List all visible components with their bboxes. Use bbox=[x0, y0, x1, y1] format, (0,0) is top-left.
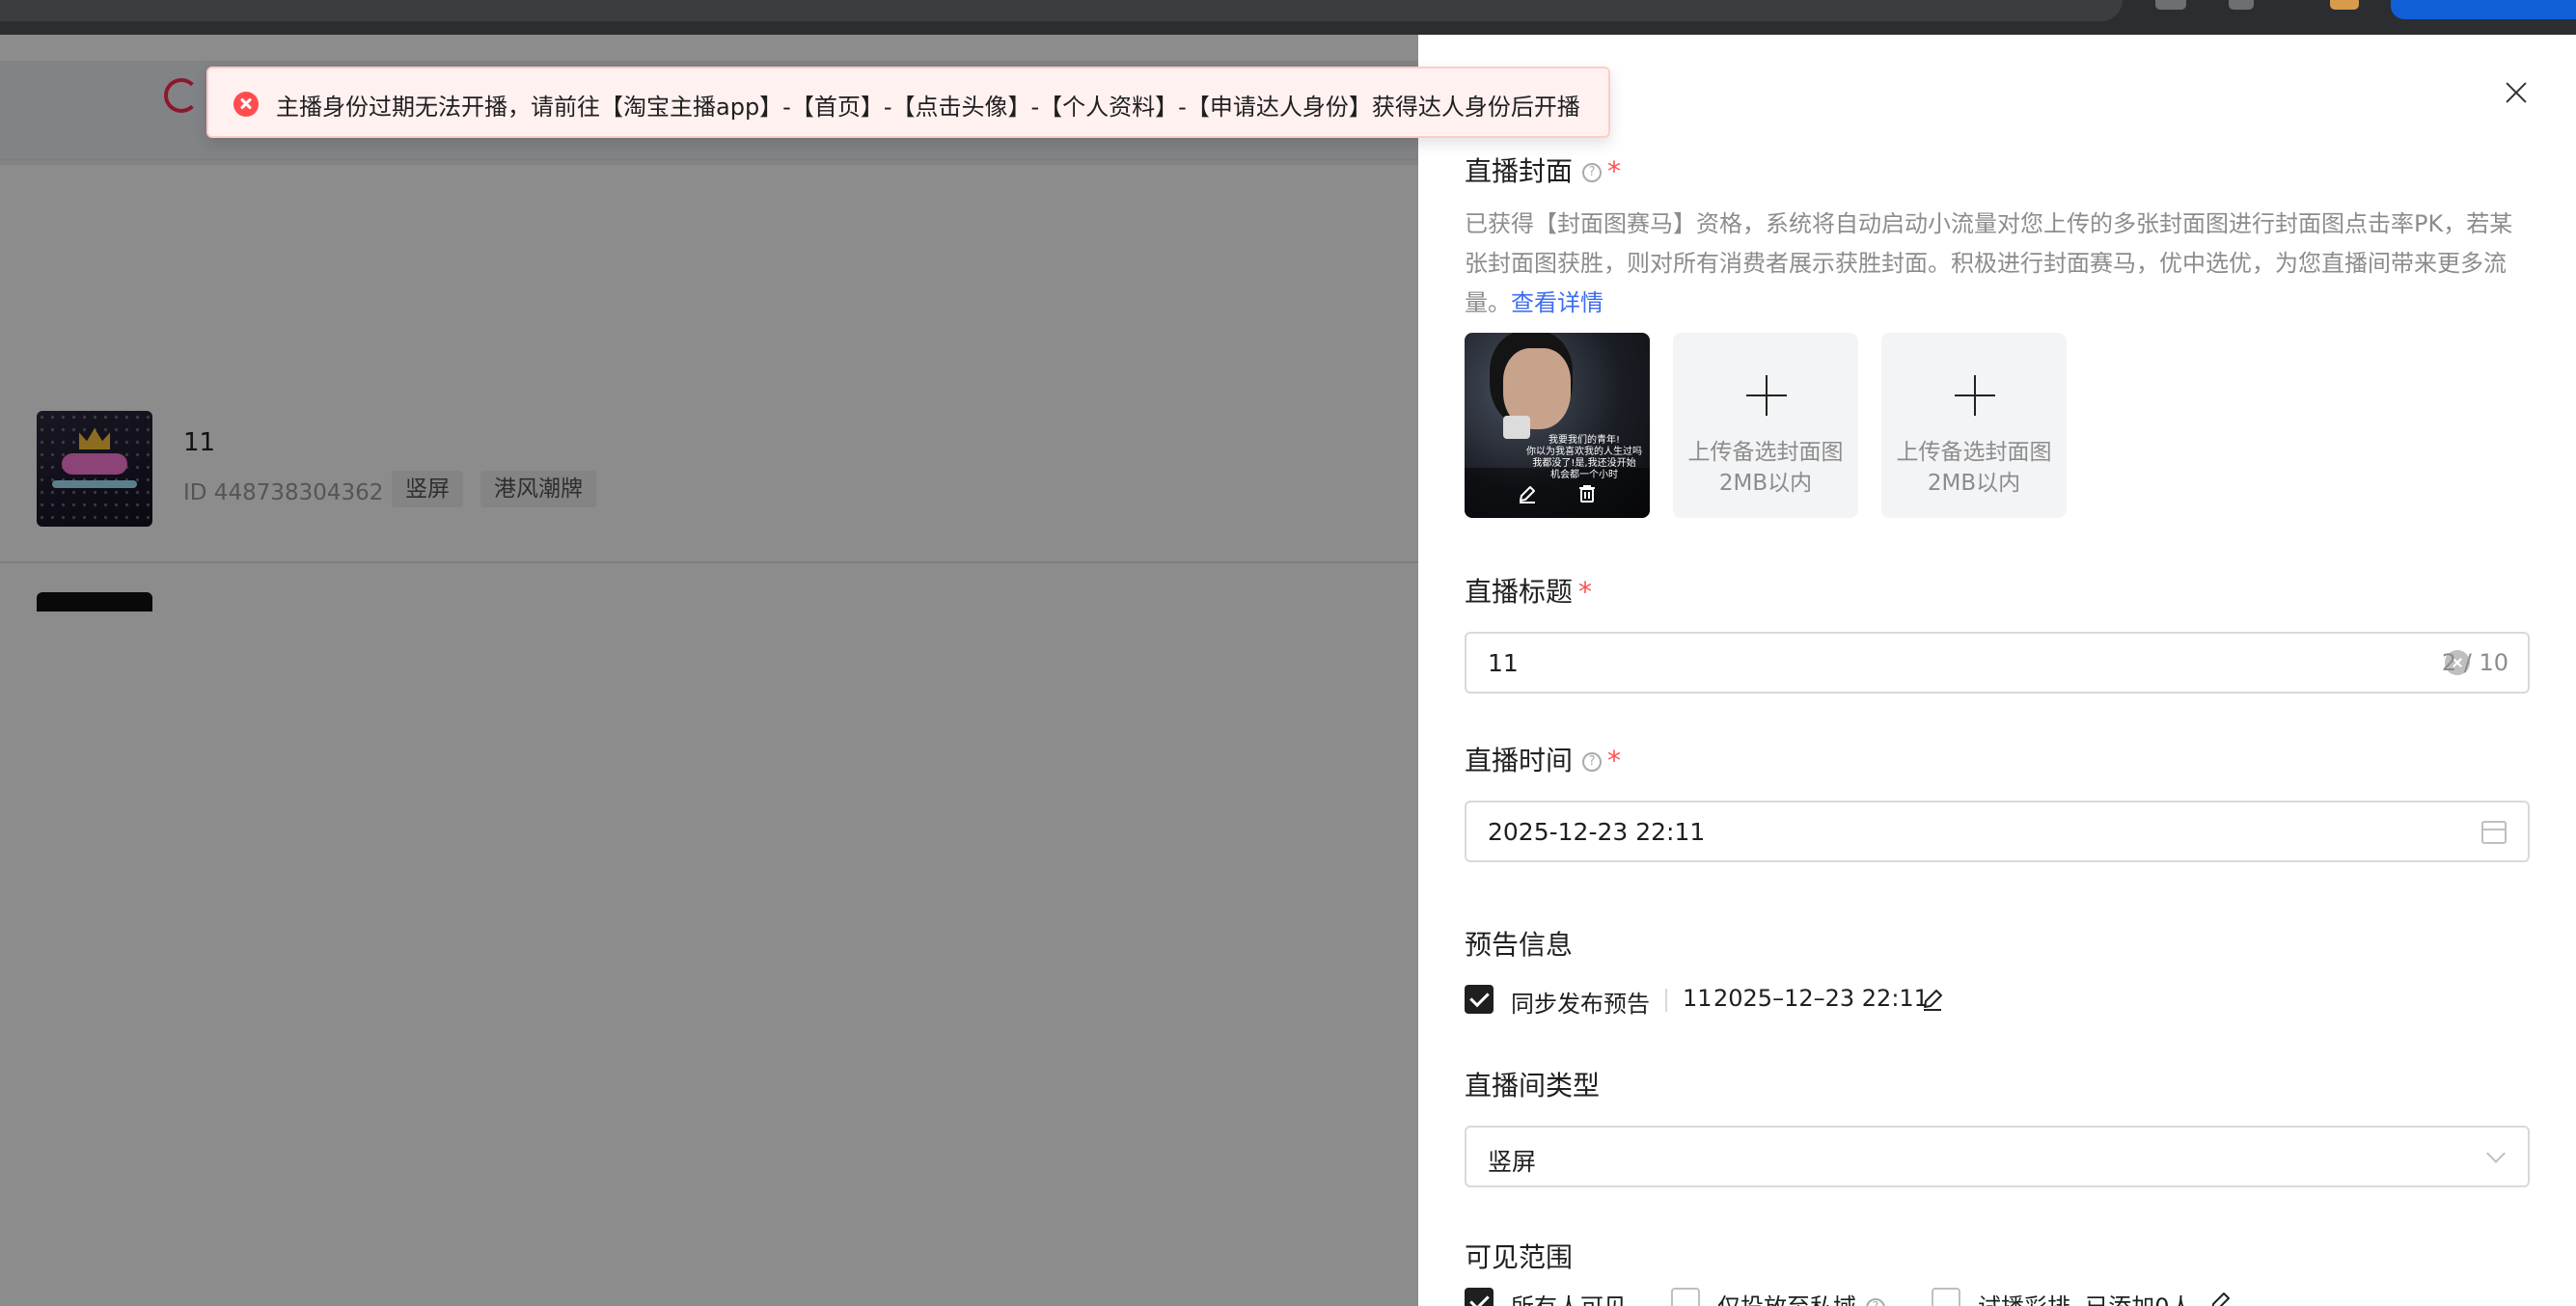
plus-icon bbox=[1955, 375, 1995, 416]
rehearsal-checkbox[interactable] bbox=[1932, 1288, 1960, 1306]
extension-icon[interactable] bbox=[2229, 0, 2254, 10]
room-type-label: 直播间类型 bbox=[1465, 1070, 1601, 1102]
visibility-all-label[interactable]: 所有人可见 bbox=[1511, 1288, 1627, 1306]
help-icon[interactable]: ? bbox=[1866, 1298, 1885, 1306]
help-icon[interactable]: ? bbox=[1582, 163, 1603, 182]
error-toast: 主播身份过期无法开播，请前往【淘宝主播app】-【首页】-【点击头像】-【个人资… bbox=[206, 67, 1610, 138]
time-label: 直播时间? * bbox=[1465, 745, 1622, 776]
extension-icon[interactable] bbox=[2155, 0, 2186, 10]
calendar-icon bbox=[2481, 821, 2507, 844]
browser-chrome bbox=[0, 0, 2576, 35]
plus-icon bbox=[1746, 375, 1787, 416]
error-icon bbox=[233, 92, 259, 117]
edit-icon[interactable] bbox=[1517, 483, 1538, 504]
upload-cover-button[interactable]: 上传备选封面图 2MB以内 bbox=[1881, 333, 2067, 518]
chevron-down-icon bbox=[2486, 1144, 2506, 1163]
edit-preview-icon[interactable] bbox=[1920, 987, 1945, 1012]
create-live-drawer: 直播封面? * 已获得【封面图赛马】资格，系统将自动启动小流量对您上传的多张封面图… bbox=[1418, 35, 2576, 1306]
edit-rehearsal-icon[interactable] bbox=[2207, 1290, 2233, 1306]
cover-description: 已获得【封面图赛马】资格，系统将自动启动小流量对您上传的多张封面图进行封面图点击… bbox=[1465, 210, 2513, 316]
room-type-select[interactable]: 竖屏 bbox=[1465, 1126, 2530, 1187]
cover-caption: 你以为我喜欢我的人生过吗 bbox=[1526, 447, 1642, 457]
view-details-link[interactable]: 查看详情 bbox=[1511, 289, 1603, 316]
cover-caption: 机会都一个小时 bbox=[1550, 470, 1618, 480]
sync-preview-label[interactable]: 同步发布预告 bbox=[1511, 985, 1650, 1019]
toast-message: 主播身份过期无法开播，请前往【淘宝主播app】-【首页】-【点击头像】-【个人资… bbox=[276, 94, 1580, 121]
cover-label: 直播封面? * bbox=[1465, 155, 1622, 187]
address-bar[interactable] bbox=[0, 0, 2123, 21]
char-count: 2 / 10 bbox=[2441, 649, 2508, 676]
help-icon[interactable]: ? bbox=[1582, 752, 1603, 772]
time-picker[interactable]: 2025-12-23 22:11 bbox=[1465, 801, 2530, 862]
preview-label: 预告信息 bbox=[1465, 929, 1574, 961]
title-label: 直播标题 * bbox=[1465, 576, 1593, 608]
visibility-private-label[interactable]: 仅投放至私域? bbox=[1717, 1288, 1885, 1306]
delete-icon[interactable] bbox=[1576, 483, 1598, 504]
preview-title: 11 bbox=[1683, 985, 1713, 1012]
profile-avatar-icon[interactable] bbox=[2330, 0, 2359, 10]
visibility-label: 可见范围 bbox=[1465, 1241, 1574, 1273]
modal-mask[interactable] bbox=[0, 35, 1418, 1306]
sync-preview-checkbox[interactable] bbox=[1465, 985, 1494, 1014]
cover-caption: 我要我们的青年! bbox=[1548, 435, 1620, 446]
rehearsal-label[interactable]: 试播彩排, 已添加0人 bbox=[1978, 1288, 2193, 1306]
divider bbox=[1665, 989, 1667, 1012]
upload-cover-button[interactable]: 上传备选封面图 2MB以内 bbox=[1673, 333, 1858, 518]
cover-image[interactable]: 我要我们的青年! 你以为我喜欢我的人生过吗 我都没了!是,我还没开始 机会都一个… bbox=[1465, 333, 1650, 518]
visibility-private-checkbox[interactable] bbox=[1671, 1288, 1700, 1306]
browser-action-button[interactable] bbox=[2391, 0, 2576, 19]
preview-time: 2025–12–23 22:11 bbox=[1713, 985, 1929, 1012]
close-icon[interactable] bbox=[2497, 73, 2535, 112]
visibility-all-checkbox[interactable] bbox=[1465, 1288, 1494, 1306]
title-input[interactable]: 11 2 / 10 bbox=[1465, 632, 2530, 694]
